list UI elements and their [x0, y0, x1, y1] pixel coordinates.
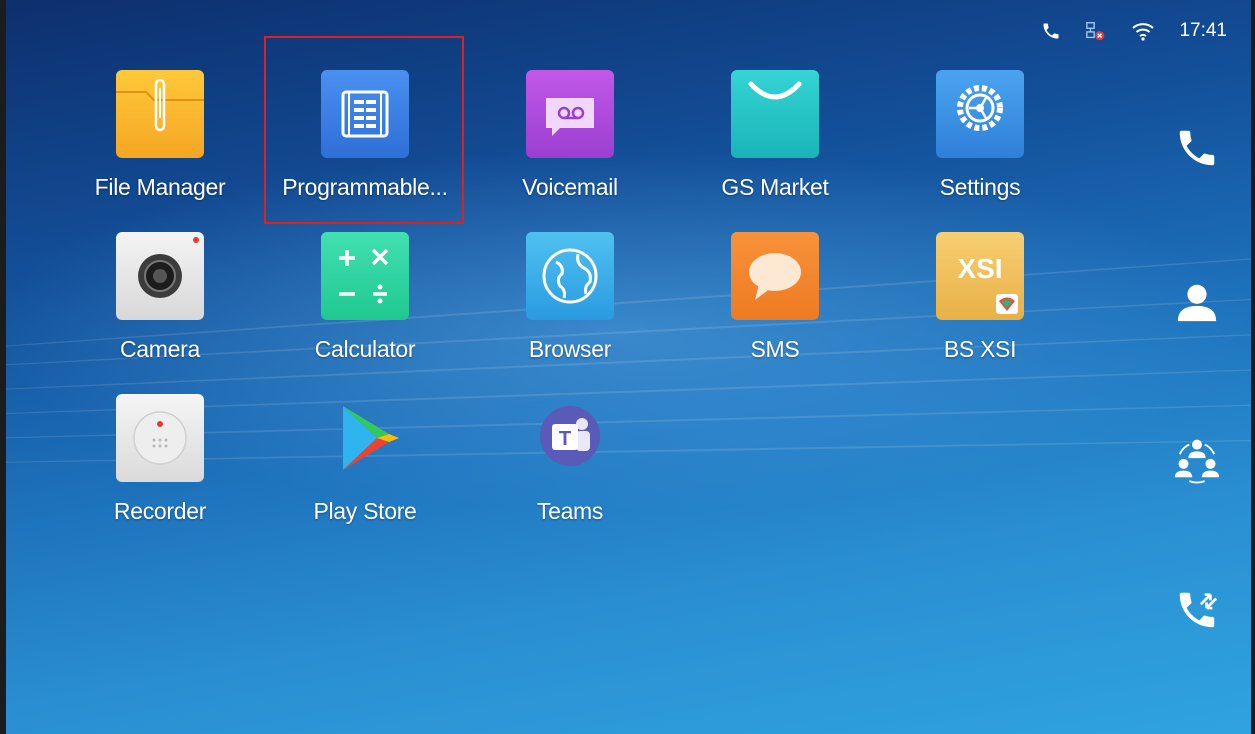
- app-voicemail[interactable]: Voicemail: [470, 70, 670, 220]
- dock-contacts-button[interactable]: [1157, 262, 1237, 342]
- app-label: Settings: [939, 174, 1021, 200]
- wifi-icon: [1131, 20, 1155, 42]
- phone-icon: [1179, 130, 1215, 166]
- app-browser[interactable]: Browser: [470, 232, 670, 382]
- app-sms[interactable]: SMS: [675, 232, 875, 382]
- sms-icon: [731, 232, 819, 320]
- file-manager-icon: [116, 70, 204, 158]
- dock-call-transfer-button[interactable]: [1157, 570, 1237, 650]
- contacts-icon: [1177, 284, 1217, 322]
- gs-market-icon: [731, 70, 819, 158]
- app-label: Voicemail: [522, 174, 618, 200]
- app-label: SMS: [750, 336, 800, 362]
- app-calculator[interactable]: Calculator: [265, 232, 465, 382]
- call-transfer-icon: [1179, 592, 1218, 628]
- status-time: 17:41: [1179, 20, 1227, 41]
- app-label: BS XSI: [943, 336, 1017, 362]
- home-screen: 17:41 File Manager Programmable... Voice…: [0, 0, 1255, 734]
- play-store-icon: [343, 406, 399, 470]
- highlight-box: [264, 36, 464, 224]
- settings-icon: [936, 70, 1024, 158]
- dock-phone-button[interactable]: [1157, 108, 1237, 188]
- phone-icon: [1041, 21, 1061, 41]
- calculator-icon: [321, 232, 409, 320]
- conference-icon: [1174, 439, 1220, 484]
- screen-frame-left: [0, 0, 6, 734]
- network-icon: [1085, 20, 1107, 42]
- app-label: Recorder: [113, 498, 207, 524]
- camera-icon: [116, 232, 204, 320]
- teams-icon: T: [540, 406, 600, 466]
- screen-frame-right: [1251, 0, 1255, 734]
- dock-conference-button[interactable]: [1157, 420, 1237, 500]
- app-teams[interactable]: T Teams: [470, 394, 670, 544]
- status-bar: 17:41: [1041, 18, 1227, 44]
- teams-icon-text: T: [559, 428, 571, 450]
- app-label: Camera: [119, 336, 200, 362]
- app-gs-market[interactable]: GS Market: [675, 70, 875, 220]
- app-file-manager[interactable]: File Manager: [60, 70, 260, 220]
- app-label: Browser: [528, 336, 612, 362]
- app-label: Teams: [536, 498, 604, 524]
- app-label: GS Market: [721, 174, 829, 200]
- app-label: File Manager: [94, 174, 226, 200]
- app-play-store[interactable]: Play Store: [265, 394, 465, 544]
- app-camera[interactable]: Camera: [60, 232, 260, 382]
- app-settings[interactable]: Settings: [880, 70, 1080, 220]
- bs-xsi-icon-text: XSI: [957, 253, 1002, 284]
- app-label: Play Store: [313, 498, 417, 524]
- browser-icon: [526, 232, 614, 320]
- voicemail-icon: [526, 70, 614, 158]
- app-label: Calculator: [314, 336, 416, 362]
- recorder-icon: [116, 394, 204, 482]
- app-bs-xsi[interactable]: XSI BS XSI: [880, 232, 1080, 382]
- bs-xsi-icon: XSI: [936, 232, 1024, 320]
- app-recorder[interactable]: Recorder: [60, 394, 260, 544]
